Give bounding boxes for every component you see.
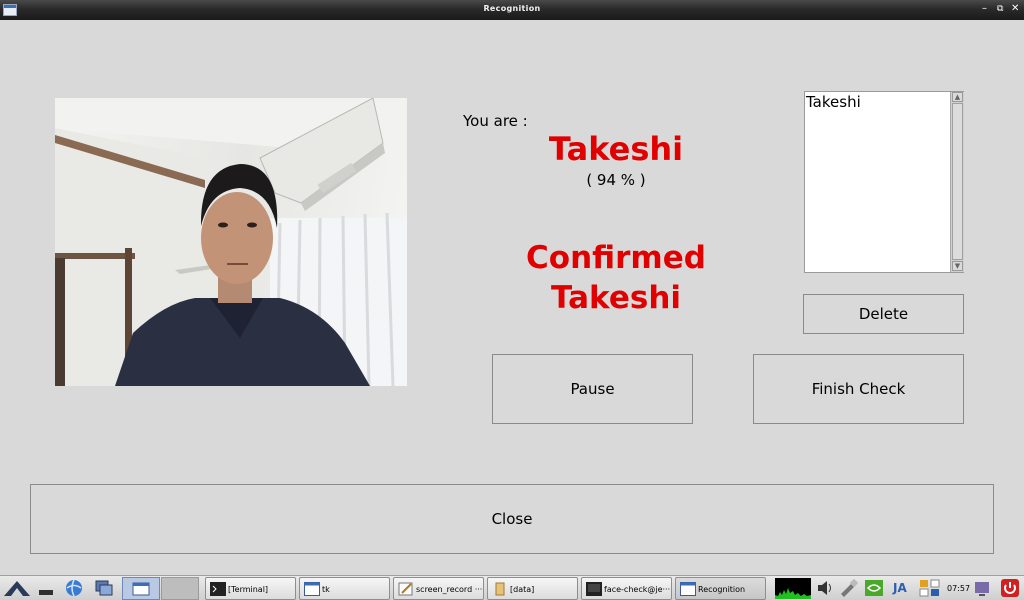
recognition-window: You are : Takeshi ( 94 % ) Confirmed Tak… <box>0 20 1024 575</box>
task-label: [data] <box>510 585 535 594</box>
input-language[interactable]: JA <box>893 581 907 595</box>
window-icon <box>304 582 320 596</box>
list-item[interactable]: Takeshi <box>806 93 861 111</box>
task-label: screen_record ··· <box>416 585 483 594</box>
network-icon[interactable] <box>838 579 858 597</box>
window-title: Recognition <box>483 4 541 13</box>
recognized-name: Takeshi <box>548 130 684 168</box>
task-screen-record[interactable]: screen_record ··· <box>393 577 484 600</box>
folder-icon <box>495 582 505 596</box>
lock-screen-icon[interactable] <box>972 579 992 597</box>
clock[interactable]: 07:57 <box>947 584 970 593</box>
task-recognition[interactable]: Recognition <box>675 577 766 600</box>
terminal-icon <box>210 582 226 596</box>
task-tk[interactable]: tk <box>299 577 390 600</box>
editor-icon <box>398 582 413 596</box>
start-menu-icon[interactable] <box>3 579 31 597</box>
finish-check-button[interactable]: Finish Check <box>753 354 964 424</box>
workspace-2[interactable] <box>161 577 199 600</box>
workspace-1[interactable] <box>122 577 160 600</box>
taskbar: [Terminal] tk screen_record ··· [data] f… <box>0 575 1024 600</box>
scroll-thumb[interactable] <box>952 103 963 260</box>
window-switcher-icon[interactable] <box>94 579 114 597</box>
task-label: Recognition <box>698 585 746 594</box>
window-icon <box>680 582 696 596</box>
scroll-down-icon[interactable]: ▼ <box>952 261 963 271</box>
browser-icon[interactable] <box>64 579 84 597</box>
pause-button[interactable]: Pause <box>492 354 693 424</box>
volume-icon[interactable] <box>815 579 835 597</box>
confidence-value: ( 94 % ) <box>586 171 646 189</box>
task-label: face-check@je··· <box>604 585 671 594</box>
scroll-up-icon[interactable]: ▲ <box>952 92 963 102</box>
close-button[interactable]: Close <box>30 484 994 554</box>
task-label: [Terminal] <box>228 585 269 594</box>
delete-button[interactable]: Delete <box>803 294 964 334</box>
cpu-monitor[interactable] <box>775 578 811 599</box>
camera-feed <box>55 98 407 386</box>
registered-faces-list[interactable]: Takeshi ▲ ▼ <box>804 91 964 273</box>
keyboard-layout-icon[interactable] <box>918 579 942 597</box>
camera-image <box>55 98 407 386</box>
terminal-icon <box>586 582 602 596</box>
close-window-icon[interactable]: ✕ <box>1011 3 1019 15</box>
task-terminal[interactable]: [Terminal] <box>205 577 296 600</box>
task-data-folder[interactable]: [data] <box>487 577 578 600</box>
you-are-label: You are : <box>463 112 528 130</box>
show-desktop-icon[interactable] <box>36 579 56 597</box>
workspace-window-icon <box>132 582 150 596</box>
confirmed-status: Confirmed Takeshi <box>470 238 762 318</box>
cpu-graph-icon <box>775 588 811 599</box>
list-scrollbar[interactable]: ▲ ▼ <box>950 92 964 272</box>
task-label: tk <box>322 585 330 594</box>
maximize-icon[interactable]: ⧉ <box>997 3 1003 15</box>
confirmed-label: Confirmed <box>526 240 706 276</box>
confirmed-name: Takeshi <box>550 280 682 316</box>
window-titlebar[interactable]: Recognition – ⧉ ✕ <box>0 0 1024 20</box>
minimize-icon[interactable]: – <box>982 3 987 15</box>
power-icon[interactable] <box>1000 579 1020 597</box>
task-face-check-terminal[interactable]: face-check@je··· <box>581 577 672 600</box>
nvidia-icon[interactable] <box>864 579 884 597</box>
